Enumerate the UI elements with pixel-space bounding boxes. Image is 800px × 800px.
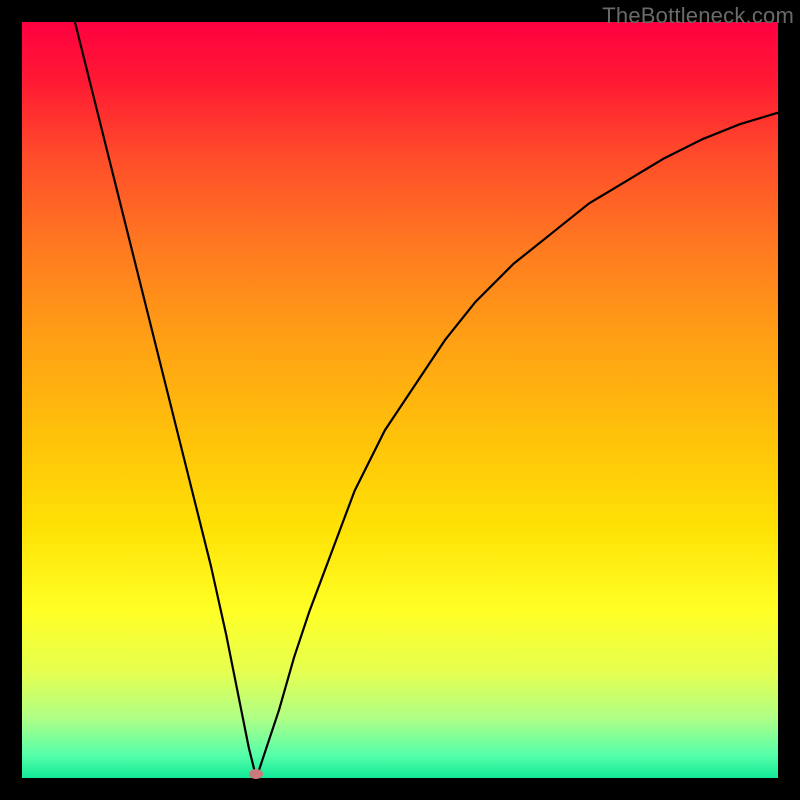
minimum-marker [249,769,263,779]
bottleneck-curve [22,22,778,778]
plot-area [22,22,778,778]
watermark-text: TheBottleneck.com [602,3,794,29]
